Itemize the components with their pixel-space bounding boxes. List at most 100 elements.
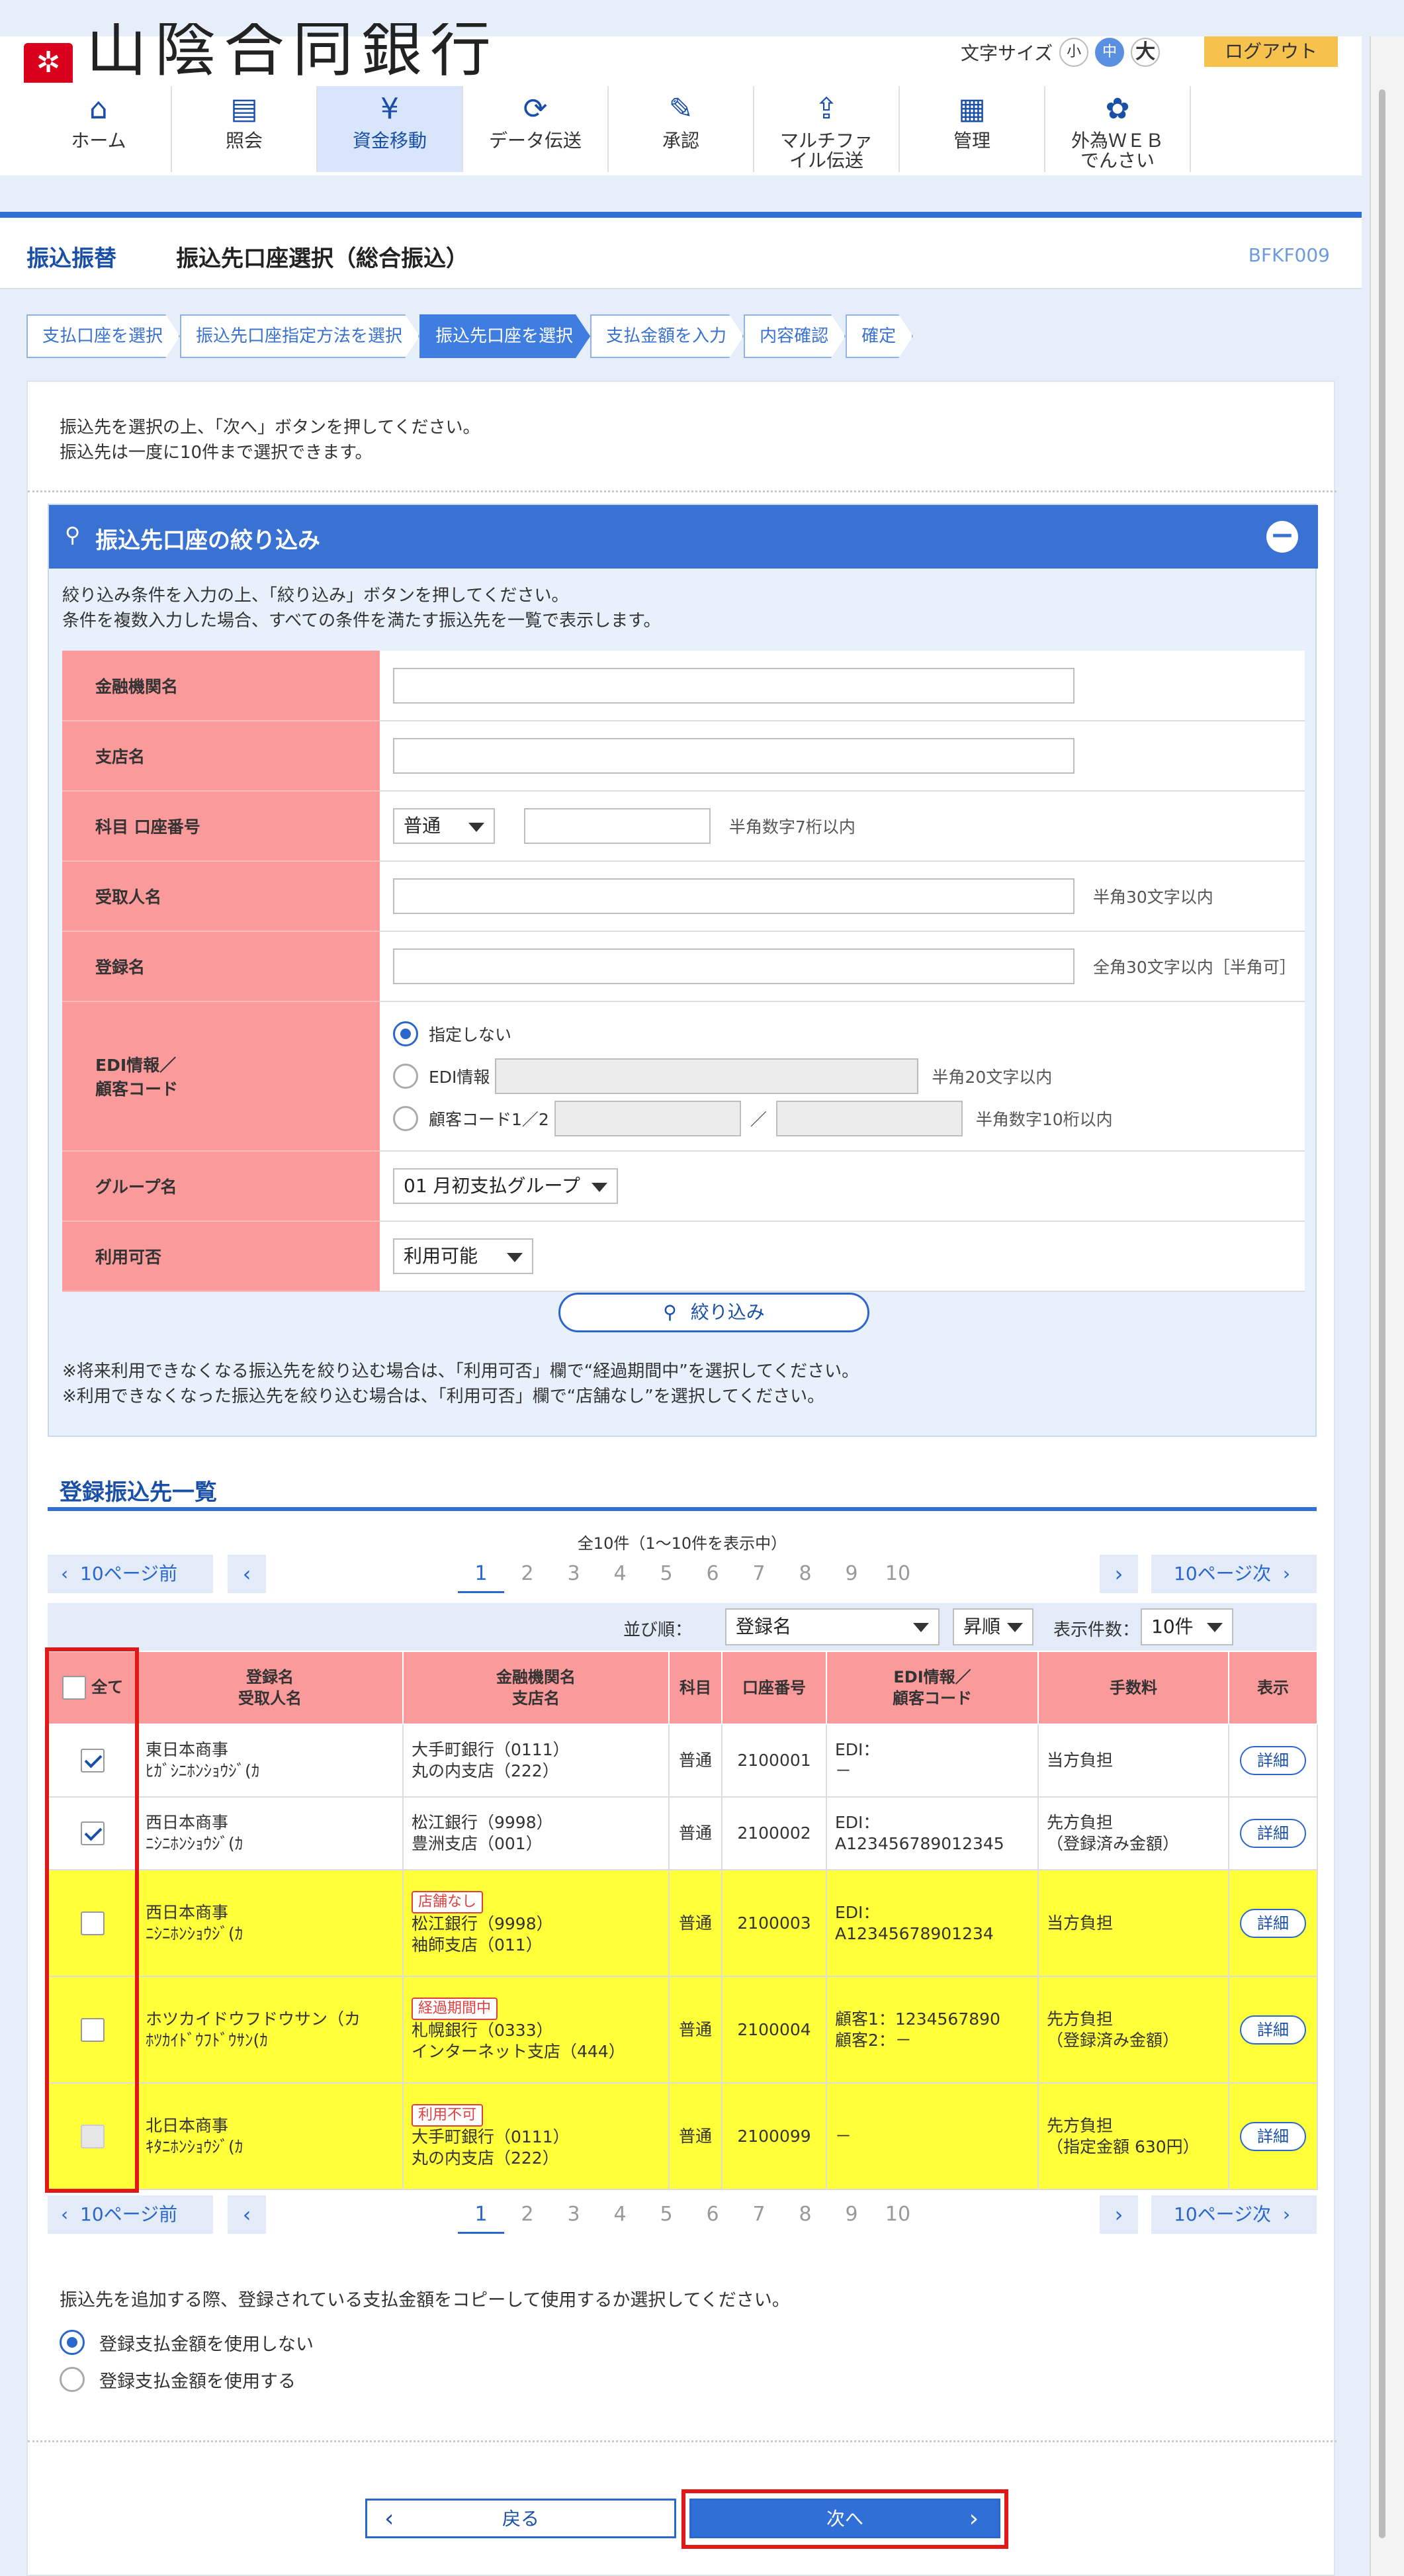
detail-button[interactable]: 詳細 xyxy=(1240,1746,1306,1775)
font-size-large-button[interactable]: 大 xyxy=(1131,38,1161,67)
copy-option-no[interactable]: 登録支払金額を使用しない xyxy=(60,2328,314,2357)
next-page-button[interactable]: › xyxy=(1100,1555,1138,1593)
row-bank: 大手町銀行（0111） xyxy=(412,2127,570,2146)
detail-button[interactable]: 詳細 xyxy=(1240,1908,1306,1938)
page-8[interactable]: 8 xyxy=(782,2195,828,2234)
page-2[interactable]: 2 xyxy=(504,2195,550,2234)
account-number-input[interactable] xyxy=(523,808,711,844)
sort-order-select[interactable]: 昇順 xyxy=(953,1608,1033,1645)
row-branch: インターネット支店（444） xyxy=(412,2042,625,2061)
page-4[interactable]: 4 xyxy=(597,1555,643,1593)
nav-admin[interactable]: ▦ 管理 xyxy=(900,86,1045,172)
filter-form: 金融機関名 支店名 科目 口座番号 普通 半角数字7桁以内 受取人名 半角30文… xyxy=(62,651,1305,1292)
filter-heading: 振込先口座の絞り込み xyxy=(95,528,320,554)
font-size-medium-button[interactable]: 中 xyxy=(1095,38,1125,67)
usable-select[interactable]: 利用可能 xyxy=(393,1238,533,1274)
page-3[interactable]: 3 xyxy=(550,2195,597,2234)
page-6[interactable]: 6 xyxy=(689,1555,736,1593)
edi-info-label: EDI情報 xyxy=(429,1068,490,1087)
edi-info-input[interactable] xyxy=(495,1058,919,1094)
per-page-value: 10件 xyxy=(1151,1616,1194,1637)
sort-field-select[interactable]: 登録名 xyxy=(725,1608,940,1645)
page-5[interactable]: 5 xyxy=(643,1555,689,1593)
page-5[interactable]: 5 xyxy=(643,2195,689,2234)
edi-option-info[interactable]: EDI情報 半角20文字以内 xyxy=(393,1055,1305,1097)
page-9[interactable]: 9 xyxy=(828,2195,875,2234)
prev-10-pages-button[interactable]: ‹ 10ページ前 xyxy=(48,1555,213,1593)
branch-name-label: 支店名 xyxy=(62,721,380,792)
edi-none-radio[interactable] xyxy=(393,1021,418,1046)
title-bar: 振込振替 振込先口座選択（総合振込） BFKF009 xyxy=(0,218,1362,289)
next-10-pages-button[interactable]: 10ページ次 › xyxy=(1151,1555,1317,1593)
branch-name-input[interactable] xyxy=(393,738,1075,774)
page-4[interactable]: 4 xyxy=(597,2195,643,2234)
nav-data-transmission[interactable]: ⟳ データ伝送 xyxy=(463,86,609,172)
page-7[interactable]: 7 xyxy=(736,2195,782,2234)
nav-fund-transfer[interactable]: ¥ 資金移動 xyxy=(318,86,463,172)
copy-no-radio[interactable] xyxy=(60,2330,85,2355)
prev-page-button[interactable]: ‹ xyxy=(228,1555,266,1593)
registered-name-input[interactable] xyxy=(393,948,1075,984)
prev-page-button[interactable]: ‹ xyxy=(228,2195,266,2234)
page-2[interactable]: 2 xyxy=(504,1555,550,1593)
customer-code-radio[interactable] xyxy=(393,1106,418,1131)
customer-code-1-input[interactable] xyxy=(554,1101,741,1136)
status-badge: 経過期間中 xyxy=(412,1998,498,2020)
prev-10-label: 10ページ前 xyxy=(80,1563,178,1585)
prev-10-pages-button[interactable]: ‹ 10ページ前 xyxy=(48,2195,213,2234)
chevron-right-icon: › xyxy=(1114,1561,1123,1587)
detail-button[interactable]: 詳細 xyxy=(1240,1819,1306,1848)
payee-name-input[interactable] xyxy=(393,878,1075,914)
scrollbar[interactable] xyxy=(1370,36,1404,2576)
divider xyxy=(28,2440,1337,2442)
next-page-button[interactable]: › xyxy=(1100,2195,1138,2234)
filter-panel: ⚲ 振込先口座の絞り込み − 絞り込み条件を入力の上、「絞り込み」ボタンを押して… xyxy=(48,504,1318,1437)
copy-amount-question: 振込先を追加する際、登録されている支払金額をコピーして使用するか選択してください… xyxy=(60,2290,790,2311)
detail-button[interactable]: 詳細 xyxy=(1240,2121,1306,2151)
per-page-select[interactable]: 10件 xyxy=(1141,1608,1233,1645)
page-10[interactable]: 10 xyxy=(875,2195,921,2234)
copy-option-yes[interactable]: 登録支払金額を使用する xyxy=(60,2365,296,2394)
edi-option-customer-code[interactable]: 顧客コード1／2 ／ 半角数字10桁以内 xyxy=(393,1097,1305,1140)
page-9[interactable]: 9 xyxy=(828,1555,875,1593)
page-7[interactable]: 7 xyxy=(736,1555,782,1593)
copy-yes-radio[interactable] xyxy=(60,2367,85,2392)
row-edi-2: － xyxy=(835,1761,852,1780)
nav-approval[interactable]: ✎ 承認 xyxy=(609,86,754,172)
group-select[interactable]: 01 月初支払グループ xyxy=(393,1168,618,1204)
customer-code-2-input[interactable] xyxy=(775,1101,963,1136)
edi-info-radio[interactable] xyxy=(393,1064,418,1089)
chevron-down-icon xyxy=(1207,1623,1223,1632)
logout-button[interactable]: ログアウト xyxy=(1204,36,1338,67)
nav-home[interactable]: ⌂ ホーム xyxy=(26,86,172,172)
page-1[interactable]: 1 xyxy=(458,2195,504,2234)
nav-inquiry[interactable]: ▤ 照会 xyxy=(172,86,318,172)
page-6[interactable]: 6 xyxy=(689,2195,736,2234)
font-size-small-button[interactable]: 小 xyxy=(1059,38,1089,67)
page-numbers: 1 2 3 4 5 6 7 8 9 10 xyxy=(458,1555,921,1593)
nav-multi-file[interactable]: ⇪ マルチファイル伝送 xyxy=(754,86,900,172)
edi-option-none[interactable]: 指定しない xyxy=(393,1013,1305,1055)
nav-forex[interactable]: ✿ 外為ＷＥＢでんさい xyxy=(1045,86,1191,172)
scrollbar-thumb[interactable] xyxy=(1379,89,1385,2538)
page-10[interactable]: 10 xyxy=(875,1555,921,1593)
page-3[interactable]: 3 xyxy=(550,1555,597,1593)
next-10-pages-button[interactable]: 10ページ次 › xyxy=(1151,2195,1317,2234)
back-button[interactable]: ‹ 戻る xyxy=(365,2499,676,2538)
page-1[interactable]: 1 xyxy=(458,1555,504,1593)
bank-logo[interactable]: ✲ 山陰合同銀行 xyxy=(24,23,499,83)
bank-name-input[interactable] xyxy=(393,667,1075,704)
edi-header-line1: EDI情報／ xyxy=(893,1668,971,1686)
detail-button[interactable]: 詳細 xyxy=(1240,2015,1306,2045)
filter-header[interactable]: ⚲ 振込先口座の絞り込み − xyxy=(49,505,1318,569)
account-type-select[interactable]: 普通 xyxy=(393,808,495,844)
chevron-down-icon xyxy=(592,1183,607,1192)
collapse-icon[interactable]: − xyxy=(1266,521,1298,553)
step-6: 確定 xyxy=(846,314,913,358)
filter-button[interactable]: ⚲ 絞り込み xyxy=(558,1293,869,1332)
page-category: 振込振替 xyxy=(26,246,116,272)
nav-label: 管理 xyxy=(953,130,990,152)
detail-header: 表示 xyxy=(1228,1651,1318,1725)
page-8[interactable]: 8 xyxy=(782,1555,828,1593)
status-badge: 店舗なし xyxy=(412,1891,484,1913)
